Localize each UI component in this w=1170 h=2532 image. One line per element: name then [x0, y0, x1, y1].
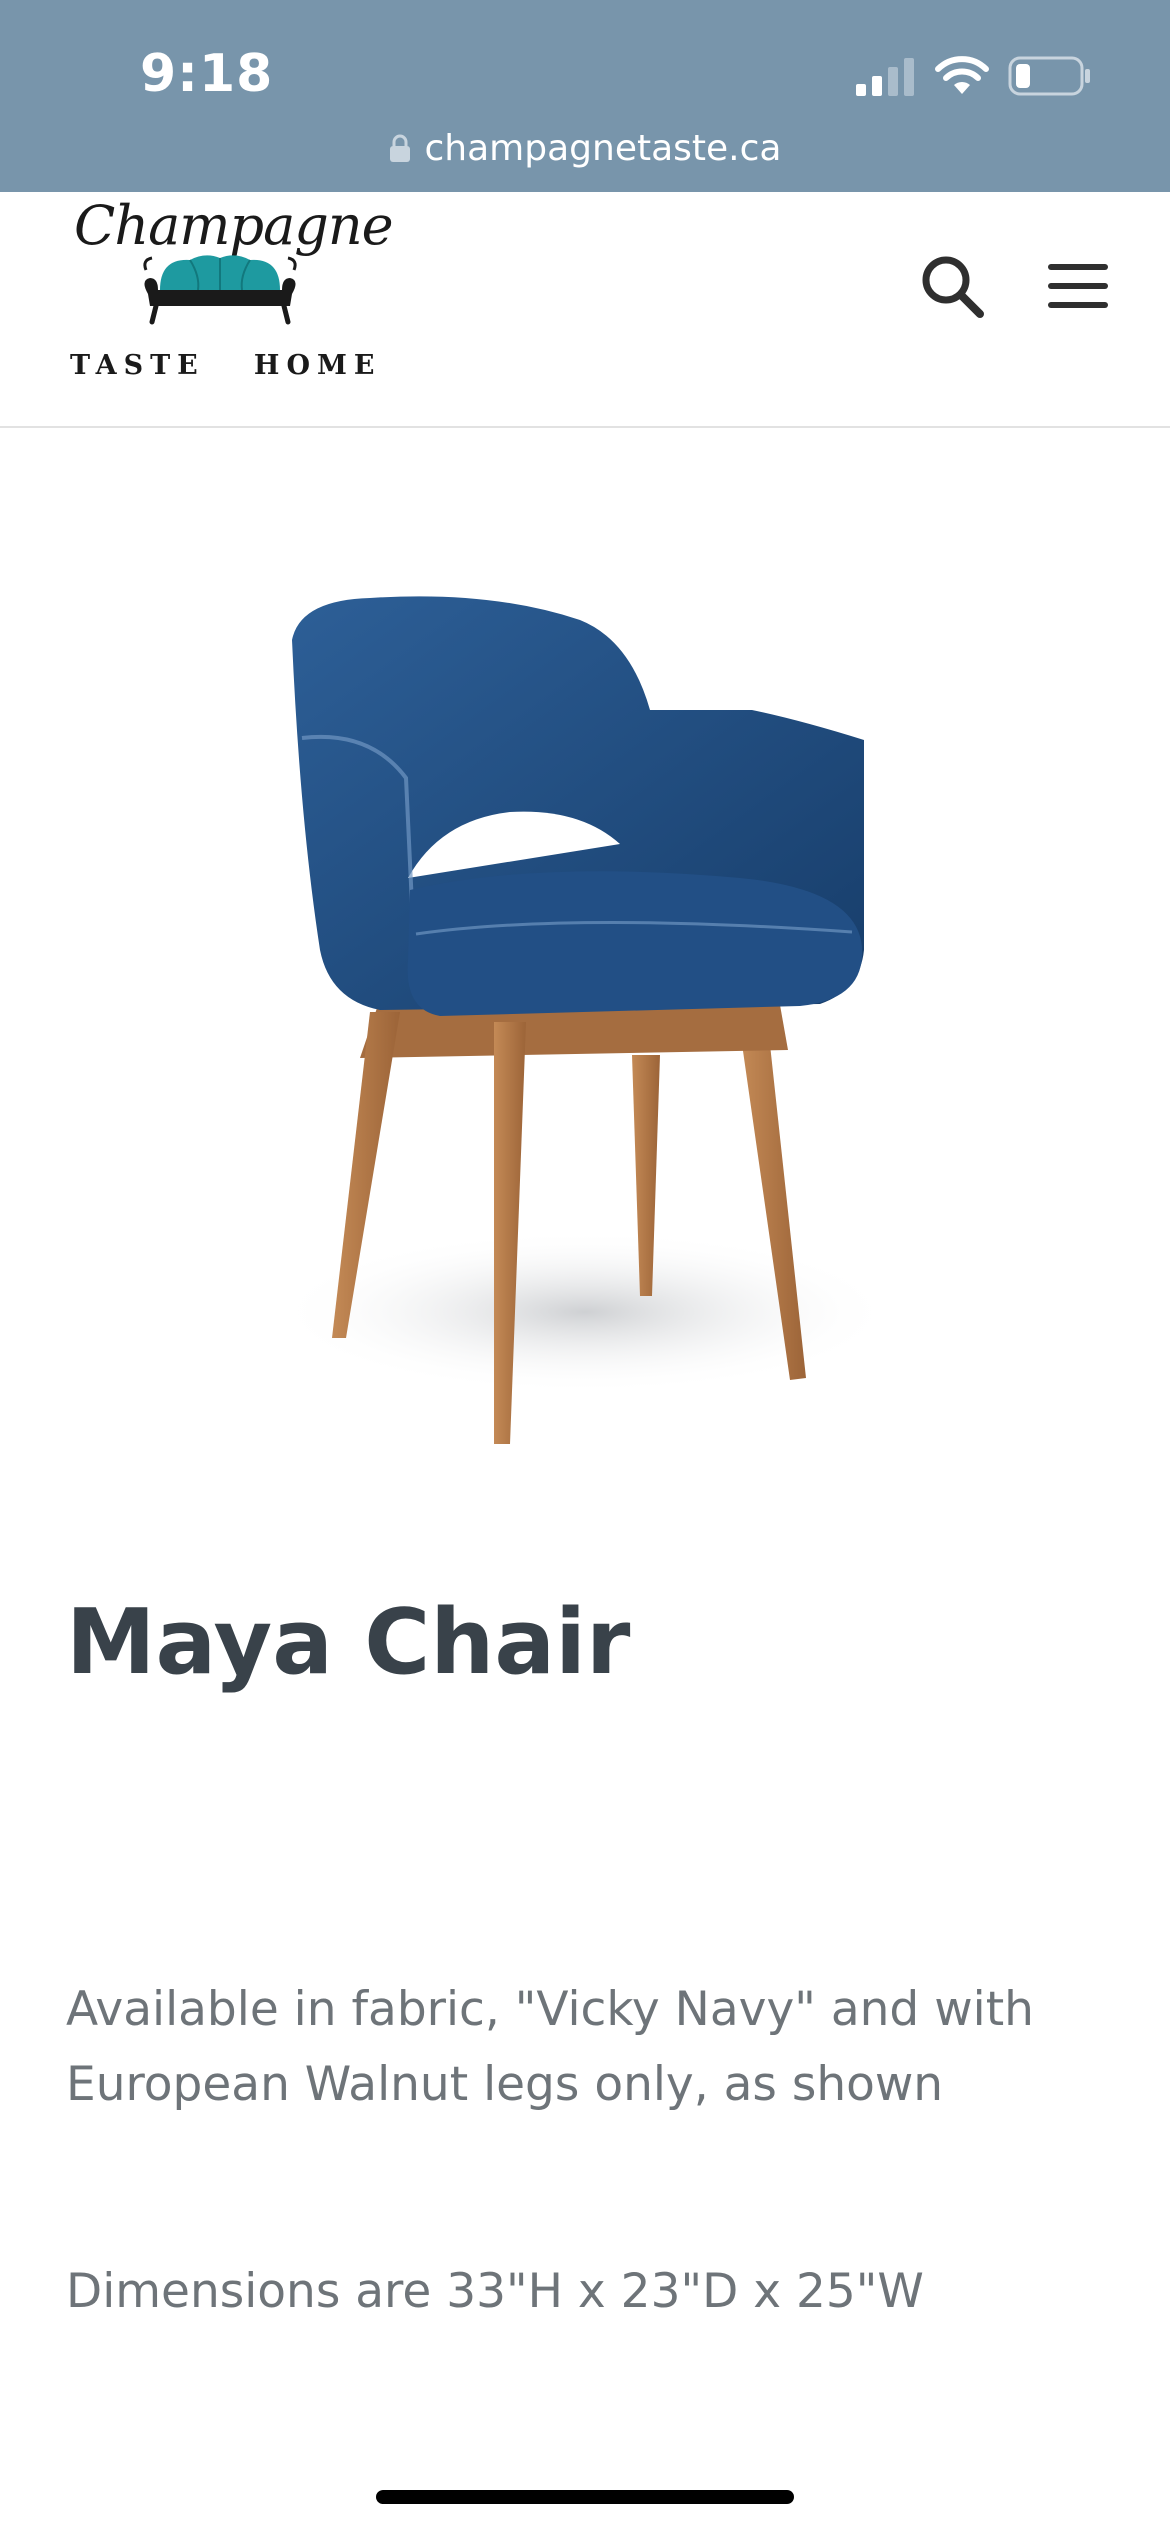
- signal-icon: [856, 58, 914, 96]
- product-image-chair[interactable]: [240, 560, 940, 1460]
- address-bar[interactable]: champagnetaste.ca: [0, 120, 1170, 176]
- home-indicator[interactable]: [376, 2490, 794, 2504]
- browser-status-bar: 9:18 champagnetaste.ca: [0, 0, 1170, 192]
- sofa-logo-icon: [143, 255, 297, 325]
- product-dimensions: Dimensions are 33"H x 23"D x 25"W: [66, 2264, 924, 2319]
- lock-icon: [389, 134, 410, 162]
- site-logo[interactable]: Champagne TASTE HOME: [66, 192, 394, 388]
- logo-subtitle: TASTE HOME: [70, 350, 382, 381]
- status-time: 9:18: [140, 44, 274, 104]
- logo-script-text: Champagne: [74, 194, 394, 257]
- search-icon[interactable]: [916, 250, 988, 322]
- product-description: Available in fabric, "Vicky Navy" and wi…: [66, 1982, 1034, 2112]
- menu-icon[interactable]: [1044, 254, 1112, 318]
- screen: 9:18 champagnetaste.ca Champagne TASTE H…: [0, 0, 1170, 2532]
- battery-icon: [1008, 56, 1090, 96]
- product-title: Maya Chair: [66, 1590, 631, 1695]
- wifi-icon: [935, 56, 989, 94]
- url-text[interactable]: champagnetaste.ca: [425, 128, 782, 169]
